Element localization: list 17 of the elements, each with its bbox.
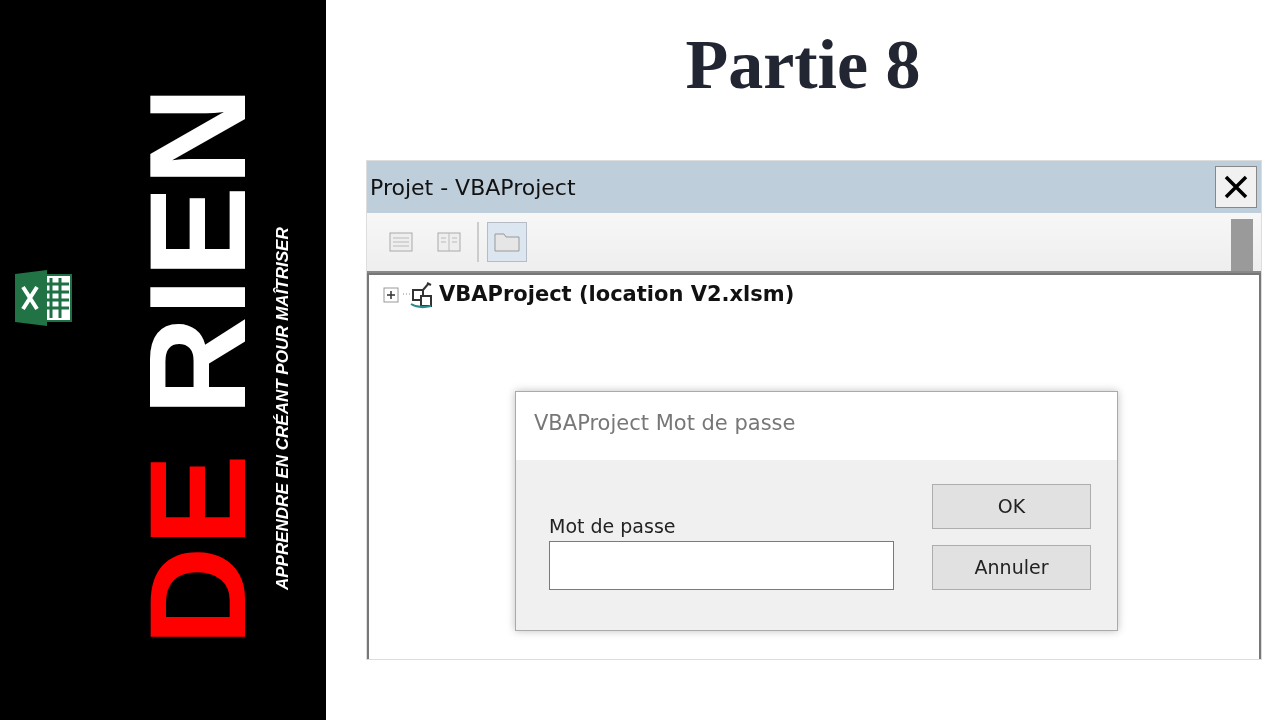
banner-title: RIEN	[120, 86, 274, 416]
close-button[interactable]	[1215, 166, 1257, 208]
field-label: Mot de passe	[549, 514, 677, 539]
heading: Partie 8	[685, 26, 921, 103]
dialog-title: VBAProject Mot de passe	[534, 411, 796, 435]
close-icon	[1223, 174, 1249, 200]
dialog-button[interactable]: Annuler	[932, 545, 1091, 590]
spreadsheet-icon	[15, 270, 73, 326]
tree-item[interactable]: VBAProject (location V2.xlsm)	[439, 279, 795, 311]
banner-title: DE	[120, 454, 274, 646]
toolbar-button[interactable]	[487, 222, 527, 262]
tagline: APPRENDRE EN CRÉANT POUR MAÎTRISER	[273, 227, 292, 590]
scroll-button[interactable]	[1231, 219, 1253, 271]
dialog-button[interactable]: OK	[932, 484, 1091, 529]
password-field[interactable]	[549, 540, 894, 590]
window-title: Projet - VBAProject	[370, 173, 576, 202]
expand-icon[interactable]	[383, 286, 399, 303]
